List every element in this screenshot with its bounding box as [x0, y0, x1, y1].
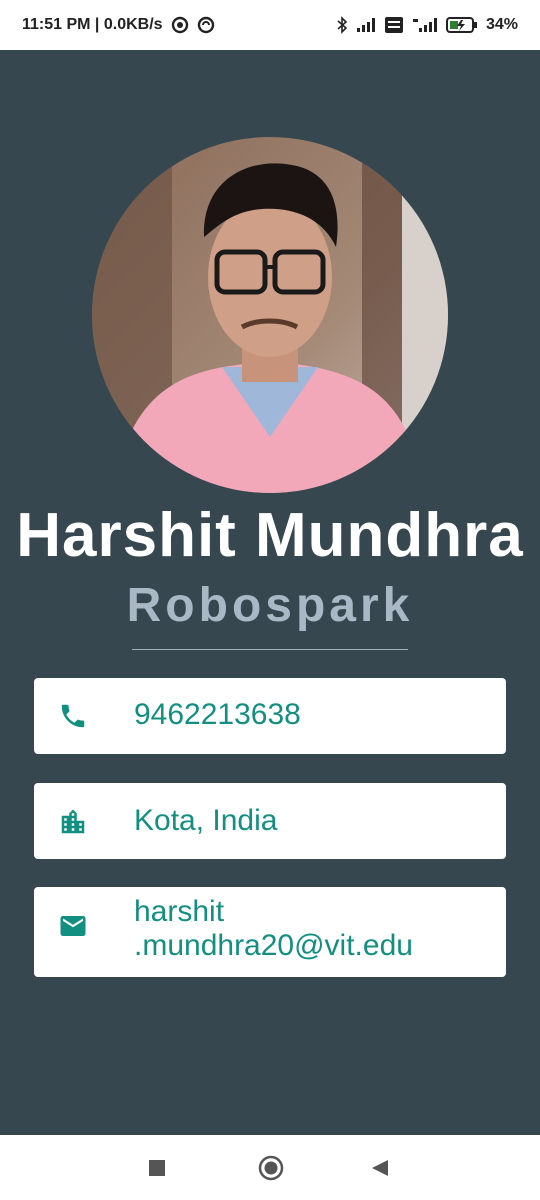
email-card[interactable]: harshit .mundhra20@vit.edu: [34, 887, 506, 977]
profile-avatar: [92, 137, 448, 493]
divider: [132, 649, 408, 650]
notification-icon-2: [197, 16, 215, 34]
status-bar: 11:51 PM | 0.0KB/s 34%: [0, 0, 540, 50]
email-text: harshit .mundhra20@vit.edu: [134, 895, 413, 963]
phone-icon: [58, 701, 88, 731]
square-icon[interactable]: [148, 1159, 166, 1182]
circle-icon[interactable]: [258, 1155, 284, 1186]
phone-number: 9462213638: [134, 698, 301, 731]
building-icon: [58, 807, 88, 837]
profile-company: Robospark: [126, 579, 414, 632]
triangle-back-icon[interactable]: [371, 1159, 389, 1182]
location-card[interactable]: Kota, India: [34, 783, 506, 859]
bluetooth-icon: [336, 16, 348, 34]
email-line-2: .mundhra20@vit.edu: [134, 929, 413, 962]
status-time-speed: 11:51 PM | 0.0KB/s: [22, 16, 163, 33]
status-right: 34%: [336, 16, 518, 34]
status-left: 11:51 PM | 0.0KB/s: [22, 16, 215, 34]
battery-icon: [445, 16, 478, 34]
profile-name: Harshit Mundhra: [16, 501, 524, 570]
email-line-1: harshit: [134, 895, 225, 928]
volte-icon: [384, 16, 404, 34]
battery-percent: 34%: [485, 16, 518, 33]
notification-icon: [171, 16, 189, 34]
signal-4g-icon: [412, 17, 438, 33]
signal-icon: [356, 17, 376, 33]
location-text: Kota, India: [134, 804, 278, 837]
navigation-bar: [0, 1135, 540, 1200]
mail-icon: [58, 911, 88, 941]
phone-card[interactable]: 9462213638: [34, 678, 506, 754]
